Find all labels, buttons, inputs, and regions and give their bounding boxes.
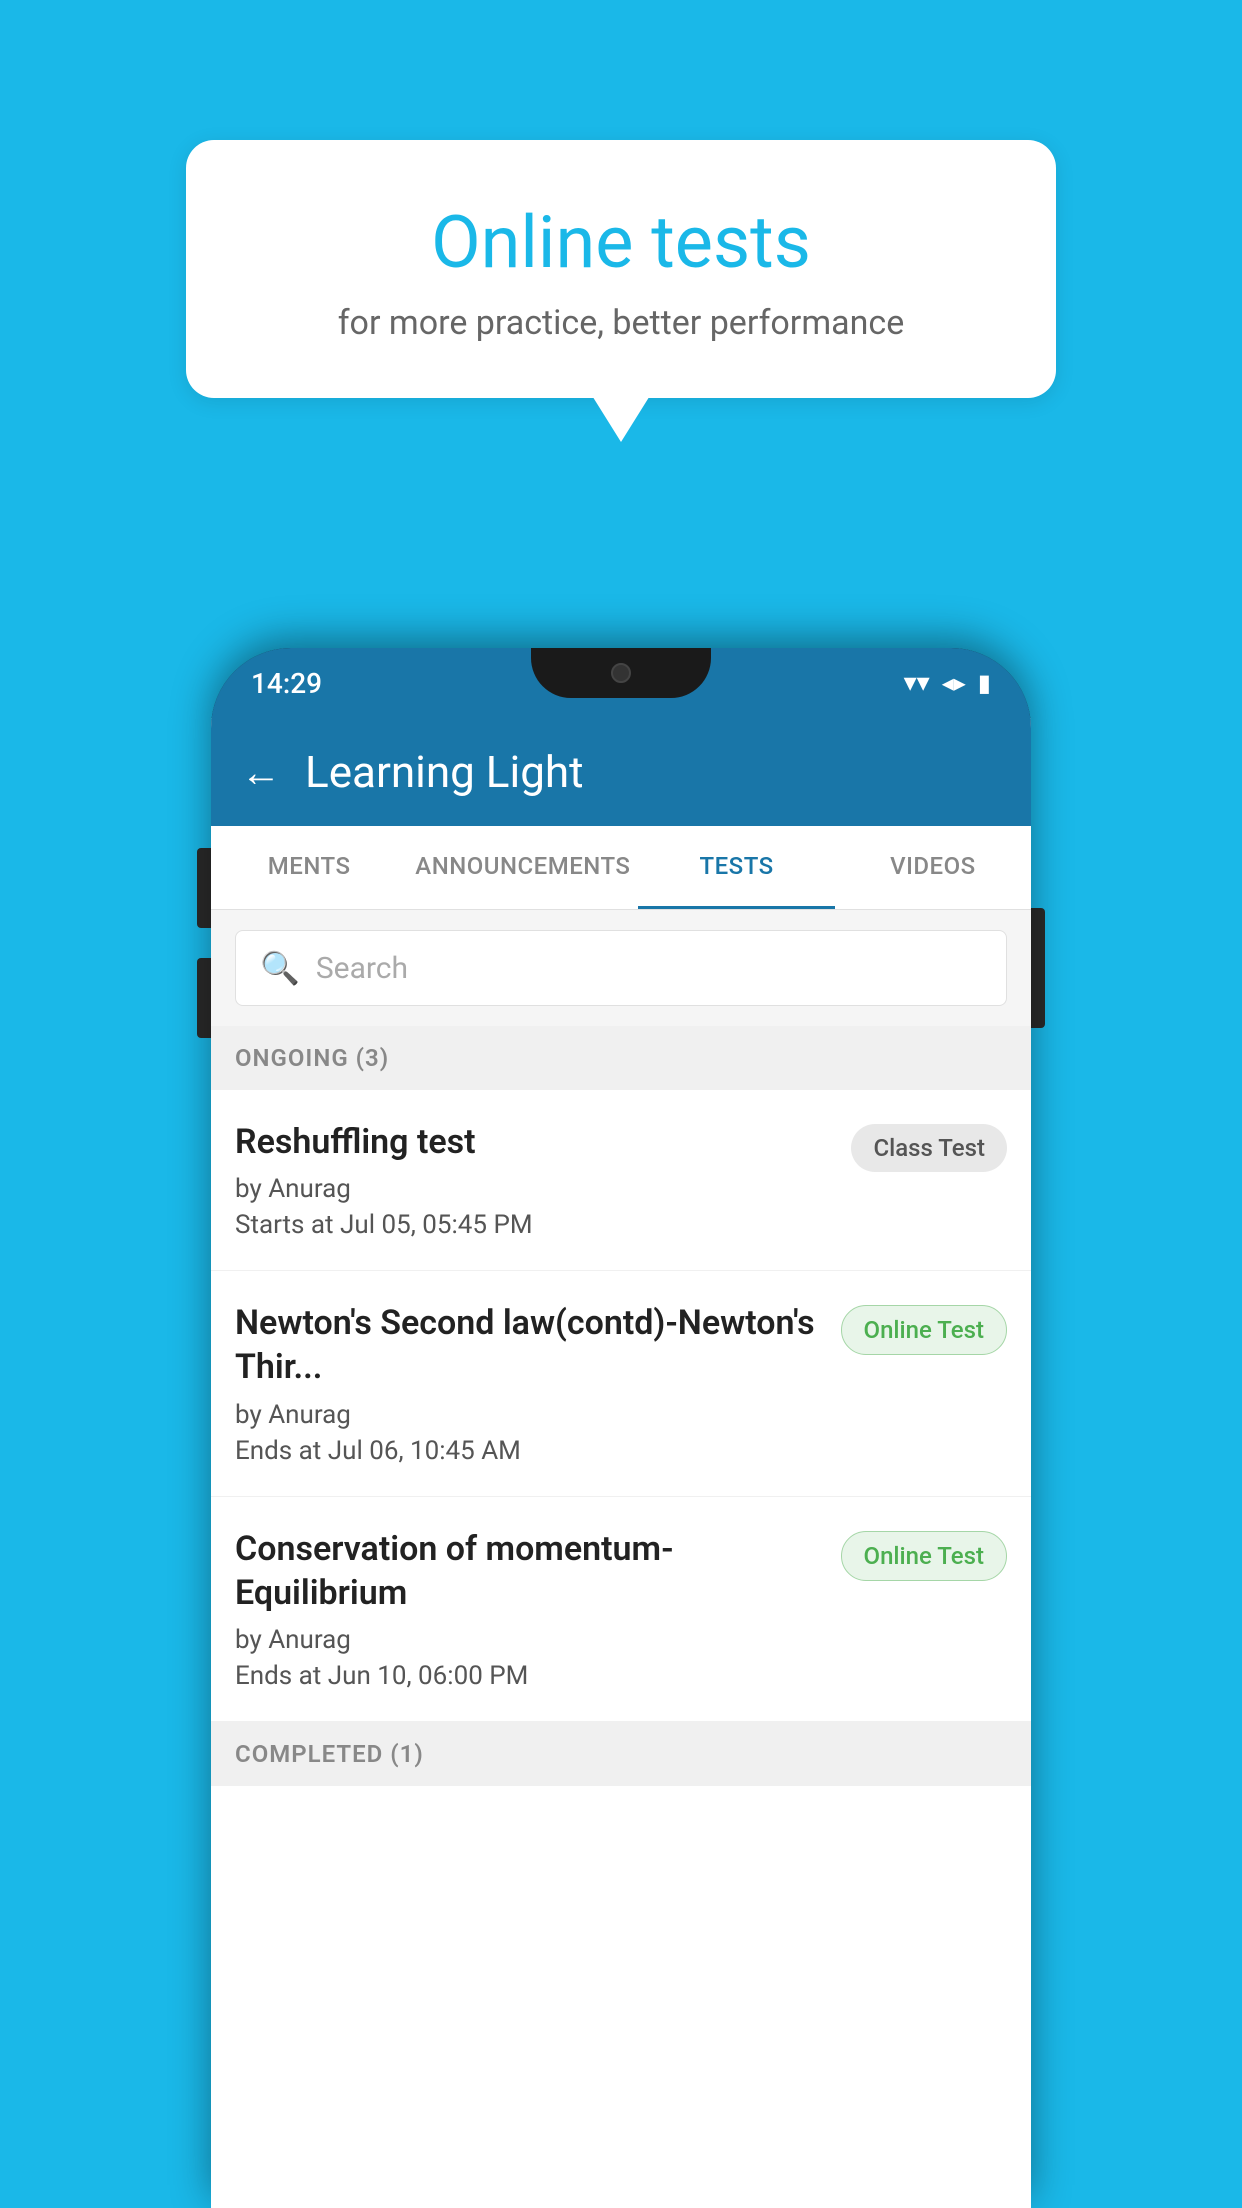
test-author-3: by Anurag <box>235 1625 825 1655</box>
test-time-value-1: Jul 05, 05:45 PM <box>340 1210 533 1240</box>
back-button[interactable]: ← <box>241 749 281 796</box>
signal-icon: ◂▸ <box>942 669 966 697</box>
tab-tests[interactable]: TESTS <box>638 826 834 909</box>
speech-bubble-container: Online tests for more practice, better p… <box>186 140 1056 398</box>
section-ongoing-title: ONGOING (3) <box>235 1044 389 1072</box>
phone-screen: ← Learning Light MENTS ANNOUNCEMENTS TES… <box>211 718 1031 2208</box>
test-time-label-1: Starts at <box>235 1210 334 1240</box>
test-badge-3: Online Test <box>841 1531 1007 1581</box>
status-bar: 14:29 ▾▾ ◂▸ ▮ <box>211 648 1031 718</box>
status-icons: ▾▾ ◂▸ ▮ <box>904 668 991 698</box>
wifi-icon: ▾▾ <box>904 668 930 698</box>
section-completed-title: COMPLETED (1) <box>235 1740 424 1768</box>
test-author-2: by Anurag <box>235 1400 825 1430</box>
tab-videos[interactable]: VIDEOS <box>835 826 1031 909</box>
test-time-3: Ends at Jun 10, 06:00 PM <box>235 1661 825 1691</box>
app-title: Learning Light <box>305 746 584 798</box>
search-icon: 🔍 <box>260 949 300 987</box>
test-author-1: by Anurag <box>235 1174 835 1204</box>
test-time-label-3: Ends at <box>235 1661 321 1691</box>
tab-ments[interactable]: MENTS <box>211 826 407 909</box>
search-placeholder: Search <box>316 951 408 986</box>
test-time-1: Starts at Jul 05, 05:45 PM <box>235 1210 835 1240</box>
bubble-subtitle: for more practice, better performance <box>266 303 976 343</box>
test-badge-1: Class Test <box>851 1124 1007 1172</box>
phone-container: 14:29 ▾▾ ◂▸ ▮ ← Learning Light MENTS ANN… <box>211 648 1031 2208</box>
speech-bubble: Online tests for more practice, better p… <box>186 140 1056 398</box>
section-completed-header: COMPLETED (1) <box>211 1722 1031 1786</box>
section-ongoing-header: ONGOING (3) <box>211 1026 1031 1090</box>
test-name-2: Newton's Second law(contd)-Newton's Thir… <box>235 1301 825 1389</box>
search-container: 🔍 Search <box>211 910 1031 1026</box>
test-item-1[interactable]: Reshuffling test by Anurag Starts at Jul… <box>211 1090 1031 1271</box>
status-time: 14:29 <box>251 667 322 700</box>
phone-side-button-vol-down <box>197 958 211 1038</box>
test-item-2[interactable]: Newton's Second law(contd)-Newton's Thir… <box>211 1271 1031 1496</box>
battery-icon: ▮ <box>978 669 991 697</box>
camera <box>611 663 631 683</box>
test-list-ongoing: Reshuffling test by Anurag Starts at Jul… <box>211 1090 1031 1722</box>
test-name-1: Reshuffling test <box>235 1120 835 1164</box>
phone-frame: 14:29 ▾▾ ◂▸ ▮ ← Learning Light MENTS ANN… <box>211 648 1031 2208</box>
test-time-value-2: Jul 06, 10:45 AM <box>328 1436 521 1466</box>
tab-bar: MENTS ANNOUNCEMENTS TESTS VIDEOS <box>211 826 1031 910</box>
test-info-1: Reshuffling test by Anurag Starts at Jul… <box>235 1120 835 1240</box>
test-info-2: Newton's Second law(contd)-Newton's Thir… <box>235 1301 825 1465</box>
test-time-label-2: Ends at <box>235 1436 321 1466</box>
test-name-3: Conservation of momentum-Equilibrium <box>235 1527 825 1615</box>
test-time-2: Ends at Jul 06, 10:45 AM <box>235 1436 825 1466</box>
bubble-title: Online tests <box>266 200 976 285</box>
app-header: ← Learning Light <box>211 718 1031 826</box>
search-bar[interactable]: 🔍 Search <box>235 930 1007 1006</box>
test-item-3[interactable]: Conservation of momentum-Equilibrium by … <box>211 1497 1031 1722</box>
tab-announcements[interactable]: ANNOUNCEMENTS <box>407 826 638 909</box>
test-time-value-3: Jun 10, 06:00 PM <box>328 1661 529 1691</box>
test-info-3: Conservation of momentum-Equilibrium by … <box>235 1527 825 1691</box>
phone-notch <box>531 648 711 698</box>
test-badge-2: Online Test <box>841 1305 1007 1355</box>
phone-side-button-vol-up <box>197 848 211 928</box>
phone-side-button-power <box>1031 908 1045 1028</box>
